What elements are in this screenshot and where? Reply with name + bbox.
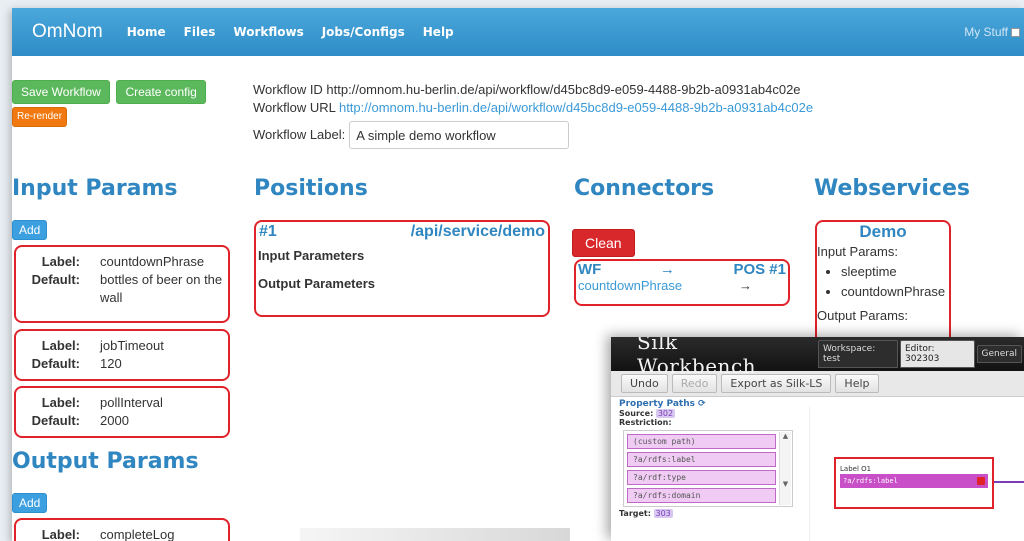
input-param-card[interactable]: Label: pollInterval Default: 2000 (14, 386, 230, 438)
default-key: Default: (31, 356, 80, 371)
operator-connector-line (994, 481, 1024, 483)
add-input-param-button[interactable]: Add (12, 220, 48, 240)
default-key: Default: (31, 272, 80, 287)
param-label-value: completeLog (100, 527, 175, 541)
export-silk-ls-button[interactable]: Export as Silk-LS (721, 374, 832, 393)
nav-workflows[interactable]: Workflows (233, 25, 303, 39)
workflow-label-row: Workflow Label: (253, 121, 813, 149)
param-label-value: jobTimeout (100, 338, 164, 353)
property-paths-title: Property Paths (619, 399, 695, 409)
param-default-value: bottles of beer on the wall (100, 272, 223, 305)
arrow-right-icon: → (739, 278, 752, 293)
silk-toolbar: Undo Redo Export as Silk-LS Help (611, 371, 1024, 397)
workflow-label-caption: Workflow Label: (253, 127, 346, 142)
add-output-param-button[interactable]: Add (12, 493, 48, 513)
my-stuff-toggle[interactable]: My Stuff (964, 25, 1020, 39)
undo-button[interactable]: Undo (621, 374, 668, 393)
label-operator-node[interactable]: Label O1 ?a/rdfs:label (834, 457, 994, 509)
connector-to: POS #1 (733, 261, 786, 278)
tab-editor[interactable]: Editor: 302303 (900, 340, 975, 368)
target-label: Target: (619, 509, 651, 518)
silk-editor-canvas[interactable]: Label O1 ?a/rdfs:label (809, 407, 1024, 541)
nav-home[interactable]: Home (127, 25, 166, 39)
navbar: OmNom Home Files Workflows Jobs/Configs … (12, 8, 1024, 56)
source-value: 302 (655, 409, 676, 418)
webservice-input-caption: Input Params: (817, 244, 898, 259)
my-stuff-checkbox[interactable] (1011, 27, 1020, 37)
redo-button[interactable]: Redo (671, 374, 718, 393)
path-item[interactable]: ?a/rdfs:domain (627, 488, 776, 503)
param-label-value: countdownPhrase (100, 254, 205, 269)
silk-workbench-window: Silk Workbench Workspace: test Editor: 3… (611, 337, 1024, 541)
webservice-input-item: countdownPhrase (841, 282, 949, 302)
input-params-title: Input Params (12, 176, 178, 201)
brand-logo[interactable]: OmNom (32, 21, 103, 43)
clean-connectors-button[interactable]: Clean (572, 229, 635, 257)
silk-title: Silk Workbench (637, 337, 757, 378)
position-number: #1 (259, 223, 277, 240)
webservice-output-caption: Output Params: (817, 308, 909, 323)
nav-files[interactable]: Files (184, 25, 216, 39)
label-key: Label: (41, 527, 80, 541)
save-workflow-button[interactable]: Save Workflow (12, 80, 110, 104)
input-param-card[interactable]: Label: countdownPhrase Default: bottles of… (14, 245, 230, 323)
path-item[interactable]: ?a/rdfs:label (627, 452, 776, 467)
input-parameters-header: Input Parameters (258, 248, 365, 263)
arrow-right-icon: → (659, 261, 675, 278)
input-param-card[interactable]: Label: jobTimeout Default: 120 (14, 329, 230, 381)
default-key: Default: (31, 413, 80, 428)
workflow-url-line: Workflow URL http://omnom.hu-berlin.de/a… (253, 99, 813, 117)
connectors-title: Connectors (574, 176, 715, 201)
property-paths-panel: Property Paths ⟳ Source: 302 Restriction… (619, 399, 799, 518)
webservice-input-item: sleeptime (841, 262, 949, 282)
label-key: Label: (41, 254, 80, 269)
label-key: Label: (41, 395, 80, 410)
target-value: 303 (653, 509, 673, 518)
tab-workspace[interactable]: Workspace: test (818, 340, 898, 368)
nav-help[interactable]: Help (423, 25, 454, 39)
output-params-title: Output Params (12, 449, 199, 474)
path-list-scrollbar[interactable]: ▲ ▼ (779, 432, 791, 505)
create-config-button[interactable]: Create config (116, 80, 206, 104)
operator-title: Label O1 (840, 465, 872, 473)
window-shadow (300, 528, 570, 541)
restriction-label: Restriction: (619, 418, 672, 427)
refresh-icon[interactable]: ⟳ (698, 399, 706, 409)
tab-general[interactable]: General (976, 345, 1022, 363)
positions-title: Positions (254, 176, 368, 201)
operator-path-bar[interactable]: ?a/rdfs:label (840, 474, 988, 488)
workflow-url-link[interactable]: http://omnom.hu-berlin.de/api/workflow/d… (339, 100, 813, 115)
help-button[interactable]: Help (835, 374, 879, 393)
workflow-id: Workflow ID http://omnom.hu-berlin.de/ap… (253, 82, 801, 97)
position-card[interactable]: #1/api/service/demo Input Parameters Out… (254, 220, 550, 317)
operator-path: ?a/rdfs:label (843, 477, 898, 485)
workflow-label-input[interactable] (349, 121, 570, 149)
webservice-name: Demo (859, 222, 907, 241)
output-param-card[interactable]: Label: completeLog (14, 518, 230, 541)
output-parameters-header: Output Parameters (258, 276, 376, 291)
connector-from: WF (578, 261, 602, 278)
path-item[interactable]: (custom path) (627, 434, 776, 449)
connector-card[interactable]: WF → POS #1 countdownPhrase → (574, 259, 790, 306)
rerender-button[interactable]: Re-render (12, 107, 68, 127)
my-stuff-label: My Stuff (964, 25, 1008, 39)
webservices-title: Webservices (814, 176, 970, 201)
connector-param-link[interactable]: countdownPhrase (578, 278, 682, 293)
delete-icon[interactable] (977, 477, 985, 485)
workflow-info: Workflow ID http://omnom.hu-berlin.de/ap… (253, 81, 813, 149)
workflow-url-prefix: Workflow URL (253, 100, 339, 115)
path-item[interactable]: ?a/rdf:type (627, 470, 776, 485)
label-key: Label: (41, 338, 80, 353)
nav-jobs-configs[interactable]: Jobs/Configs (322, 25, 405, 39)
param-label-value: pollInterval (100, 395, 163, 410)
source-label: Source: (619, 409, 654, 418)
param-default-value: 2000 (100, 413, 129, 428)
path-list: (custom path) ?a/rdfs:label ?a/rdf:type … (623, 430, 793, 507)
silk-header: Silk Workbench Workspace: test Editor: 3… (611, 337, 1024, 378)
param-default-value: 120 (100, 356, 122, 371)
position-service-path: /api/service/demo (410, 223, 545, 240)
